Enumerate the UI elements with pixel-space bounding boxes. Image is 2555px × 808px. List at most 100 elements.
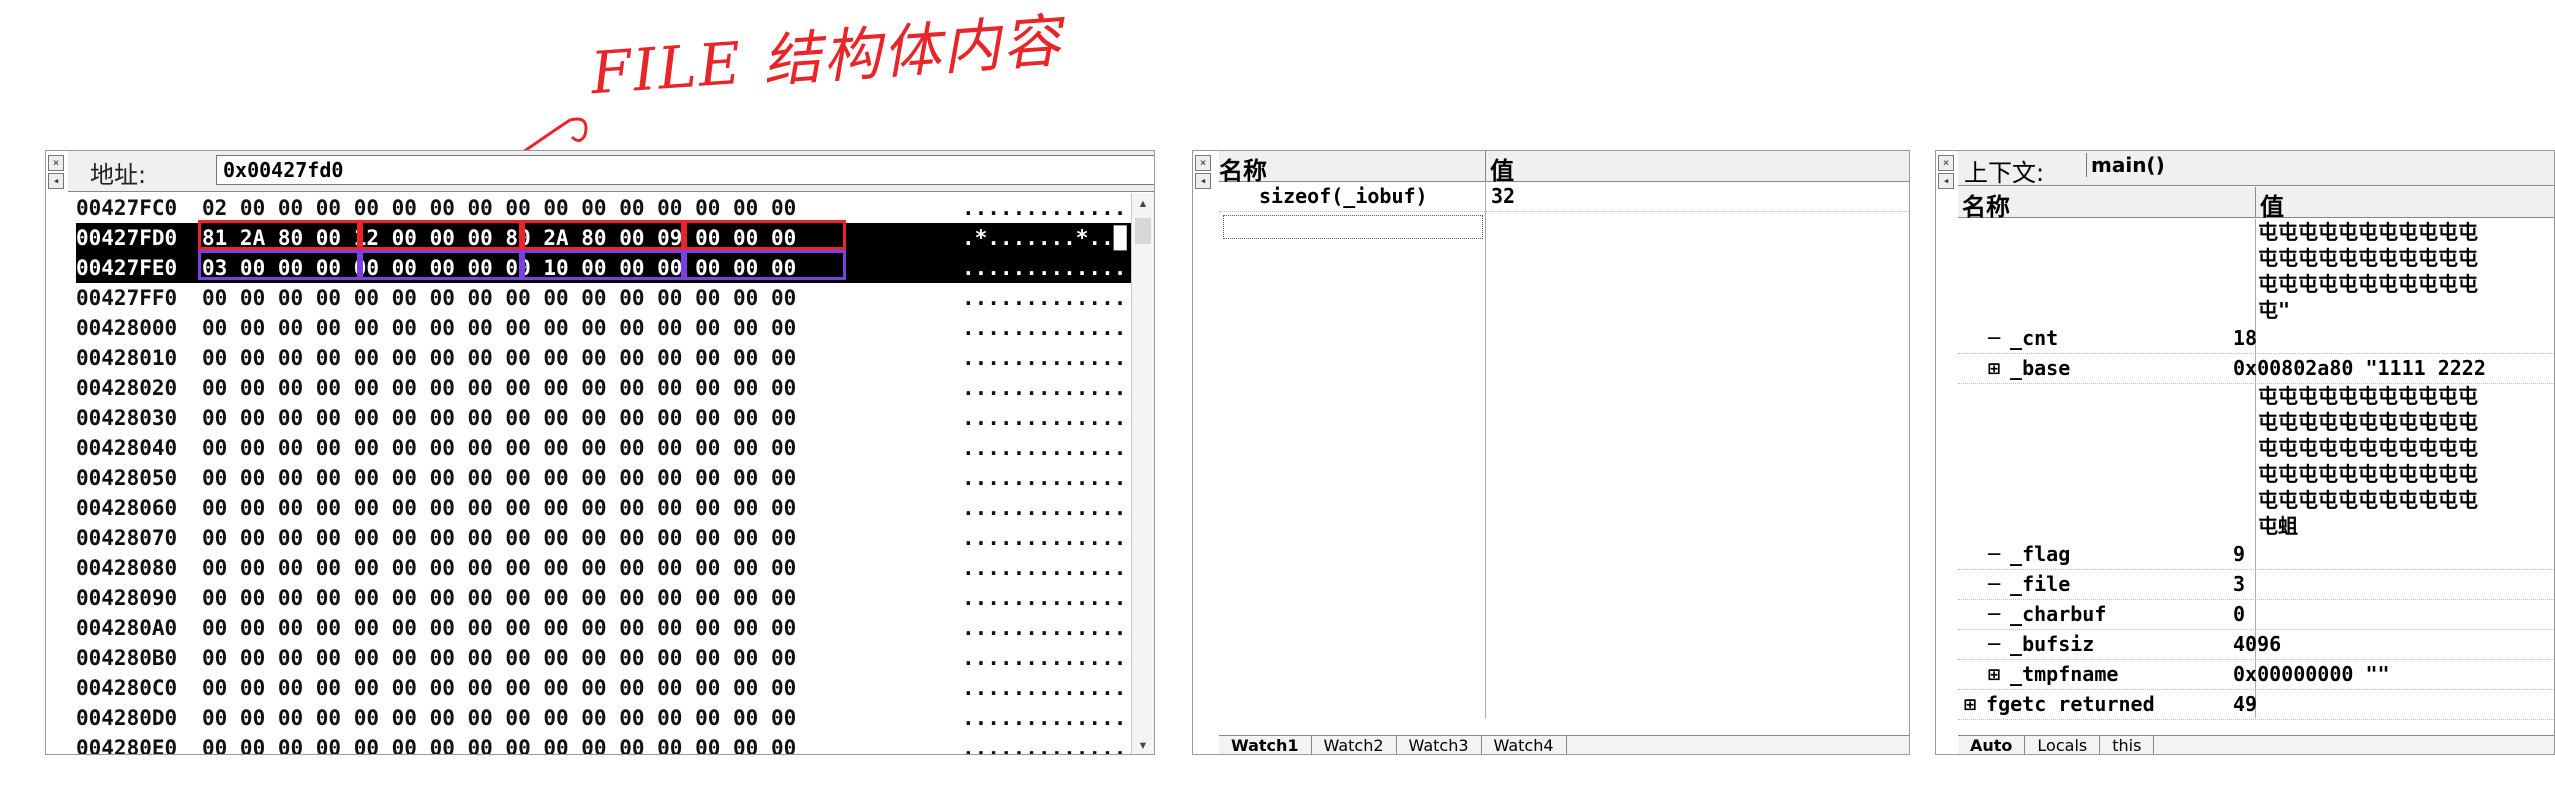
address-input[interactable] (216, 155, 1154, 185)
memory-ascii: ................ (962, 196, 1155, 220)
annotation-label: FILE 结构体内容 (588, 6, 1065, 108)
memory-row[interactable]: 004280A0 00 00 00 00 00 00 00 00 00 00 00… (76, 613, 1154, 643)
memory-hex-bytes: 00 00 00 00 00 00 00 00 00 00 00 00 00 0… (202, 316, 797, 340)
memory-row[interactable]: 00428080 00 00 00 00 00 00 00 00 00 00 00… (76, 553, 1154, 583)
variable-row[interactable]: ⊞ fgetc returned 49 (1958, 689, 2554, 720)
highlight-base (522, 220, 684, 250)
memory-row[interactable]: 004280C0 00 00 00 00 00 00 00 00 00 00 00… (76, 673, 1154, 703)
expand-icon[interactable]: ⊞ (1988, 356, 2000, 380)
memory-address: 00427FE0 (76, 256, 178, 280)
memory-address: 00428020 (76, 376, 178, 400)
highlight-ptr (198, 220, 360, 250)
memory-row[interactable]: 00428050 00 00 00 00 00 00 00 00 00 00 00… (76, 463, 1154, 493)
memory-hex-bytes: 00 00 00 00 00 00 00 00 00 00 00 00 00 0… (202, 526, 797, 550)
memory-hex-bytes: 00 00 00 00 00 00 00 00 00 00 00 00 00 0… (202, 346, 797, 370)
variable-value: 3 (2233, 572, 2246, 596)
memory-row[interactable]: 004280D0 00 00 00 00 00 00 00 00 00 00 00… (76, 703, 1155, 733)
memory-ascii: ................ (962, 526, 1155, 550)
memory-row[interactable]: 00428020 00 00 00 00 00 00 00 00 00 00 00… (76, 373, 1155, 403)
tab-auto[interactable]: Auto (1958, 736, 2026, 754)
memory-hex-bytes: 00 00 00 00 00 00 00 00 00 00 00 00 00 0… (202, 616, 797, 640)
highlight-bufsiz (522, 250, 684, 280)
variable-row[interactable]: ─ _cnt 18 (1958, 323, 2554, 354)
variable-name: ⊞ _base (1988, 356, 2071, 380)
col-value-header[interactable]: 值 (2255, 187, 2284, 221)
memory-row[interactable]: 00428010 00 00 00 00 00 00 00 00 00 00 00… (76, 343, 1154, 373)
variable-row[interactable]: ─ _file 3 (1958, 569, 2554, 600)
variables-header: 名称 值 (1958, 187, 2554, 221)
window-grip[interactable]: × ◂ (1195, 155, 1211, 191)
tab-watch4[interactable]: Watch4 (1482, 736, 1567, 754)
memory-row[interactable]: 00428030 00 00 00 00 00 00 00 00 00 00 00… (76, 403, 1154, 433)
scroll-down-icon[interactable]: ▾ (1132, 735, 1154, 754)
memory-address: 00428070 (76, 526, 178, 550)
variable-value: 4096 (2233, 632, 2282, 656)
tab-watch2[interactable]: Watch2 (1312, 736, 1397, 754)
highlight-file (198, 250, 360, 280)
memory-hex-bytes: 00 00 00 00 00 00 00 00 00 00 00 00 00 0… (202, 376, 797, 400)
variable-row[interactable]: ─ _bufsiz 4096 (1958, 629, 2554, 660)
watch-row[interactable]: sizeof(_iobuf) 32 (1219, 181, 1909, 212)
memory-row[interactable]: 00428000 00 00 00 00 00 00 00 00 00 00 00… (76, 313, 1154, 343)
address-bar: 地址: (68, 151, 1154, 192)
variable-row[interactable]: ⊞ _tmpfname 0x00000000 "" (1958, 659, 2554, 690)
memory-address: 00428080 (76, 556, 178, 580)
context-bar: 上下文: main() (1958, 151, 2554, 187)
scroll-thumb[interactable] (1135, 218, 1151, 244)
base-value-text: 屯屯屯屯屯屯屯屯屯屯屯 屯屯屯屯屯屯屯屯屯屯屯 屯屯屯屯屯屯屯屯屯屯屯 屯屯屯屯… (2258, 384, 2478, 538)
memory-ascii: ................ (962, 286, 1155, 310)
memory-address: 00428030 (76, 406, 178, 430)
memory-hex-bytes: 00 00 00 00 00 00 00 00 00 00 00 00 00 0… (202, 556, 797, 580)
memory-hex-bytes: 00 00 00 00 00 00 00 00 00 00 00 00 00 0… (202, 586, 797, 610)
memory-address: 004280E0 (76, 736, 178, 755)
memory-row[interactable]: 00428040 00 00 00 00 00 00 00 00 00 00 00… (76, 433, 1155, 463)
variable-row[interactable]: ⊞ _base 0x00802a80 "1111 2222 (1958, 353, 2554, 384)
ptr-value-text: 屯屯屯屯屯屯屯屯屯屯屯 屯屯屯屯屯屯屯屯屯屯屯 屯屯屯屯屯屯屯屯屯屯屯 屯" (2258, 220, 2478, 322)
memory-ascii: ................ (962, 706, 1155, 730)
memory-row[interactable]: 004280B0 00 00 00 00 00 00 00 00 00 00 00… (76, 643, 1154, 673)
memory-hex-bytes: 00 00 00 00 00 00 00 00 00 00 00 00 00 0… (202, 706, 797, 730)
memory-address: 004280D0 (76, 706, 178, 730)
memory-row[interactable]: 00428060 00 00 00 00 00 00 00 00 00 00 00… (76, 493, 1154, 523)
context-dropdown[interactable]: main() (2086, 153, 2165, 177)
column-divider (1485, 181, 1486, 718)
window-grip[interactable]: × ◂ (48, 155, 64, 191)
memory-ascii: ................ (962, 436, 1155, 460)
variable-row[interactable]: ─ _flag 9 (1958, 539, 2554, 570)
watch-new-entry[interactable] (1223, 215, 1483, 239)
watch-expression[interactable]: sizeof(_iobuf) (1219, 181, 1485, 211)
memory-address: 00427FD0 (76, 226, 178, 250)
variable-value: 0 (2233, 602, 2246, 626)
watch-list[interactable]: sizeof(_iobuf) 32 (1219, 181, 1909, 736)
variable-value: 0x00802a80 "1111 2222 (2233, 356, 2486, 380)
memory-ascii: ................ (962, 376, 1155, 400)
memory-row[interactable]: 004280E0 00 00 00 00 00 00 00 00 00 00 00… (76, 733, 1154, 755)
tab-watch1[interactable]: Watch1 (1219, 736, 1312, 754)
memory-hex-bytes: 00 00 00 00 00 00 00 00 00 00 00 00 00 0… (202, 736, 797, 755)
variable-row[interactable]: ─ _charbuf 0 (1958, 599, 2554, 630)
variable-name: ─ _charbuf (1988, 602, 2107, 626)
memory-scrollbar[interactable]: ▴ ▾ (1131, 193, 1154, 754)
col-name-header[interactable]: 名称 (1962, 187, 2010, 222)
memory-row[interactable]: 00427FF0 00 00 00 00 00 00 00 00 00 00 00… (76, 283, 1155, 313)
scroll-up-icon[interactable]: ▴ (1132, 193, 1154, 212)
context-label: 上下文: (1964, 159, 2045, 187)
memory-ascii: .*.......*..█... (962, 226, 1155, 250)
memory-ascii: ................ (962, 256, 1155, 280)
memory-row[interactable]: 00428070 00 00 00 00 00 00 00 00 00 00 00… (76, 523, 1155, 553)
tab-locals[interactable]: Locals (2025, 736, 2101, 754)
memory-address: 00428040 (76, 436, 178, 460)
tab-watch3[interactable]: Watch3 (1397, 736, 1482, 754)
col-value-header[interactable]: 值 (1485, 151, 1514, 185)
memory-row[interactable]: 00427FC0 02 00 00 00 00 00 00 00 00 00 00… (76, 193, 1155, 223)
memory-hex-bytes: 00 00 00 00 00 00 00 00 00 00 00 00 00 0… (202, 676, 797, 700)
window-grip[interactable]: × ◂ (1938, 155, 1954, 191)
memory-row[interactable]: 00428090 00 00 00 00 00 00 00 00 00 00 00… (76, 583, 1154, 613)
memory-window: ×◂ 地址: 00427FC0 02 00 00 00 00 00 00 00 0… (45, 150, 1155, 755)
expand-icon[interactable]: ⊞ (1988, 662, 2000, 686)
expand-icon[interactable]: ⊞ (1964, 692, 1976, 716)
variable-value: 18 (2233, 326, 2258, 350)
memory-hex-bytes: 00 00 00 00 00 00 00 00 00 00 00 00 00 0… (202, 406, 797, 430)
variables-tree[interactable]: 屯屯屯屯屯屯屯屯屯屯屯 屯屯屯屯屯屯屯屯屯屯屯 屯屯屯屯屯屯屯屯屯屯屯 屯" ─ _… (1958, 219, 2554, 736)
tab-this[interactable]: this (2100, 736, 2155, 754)
